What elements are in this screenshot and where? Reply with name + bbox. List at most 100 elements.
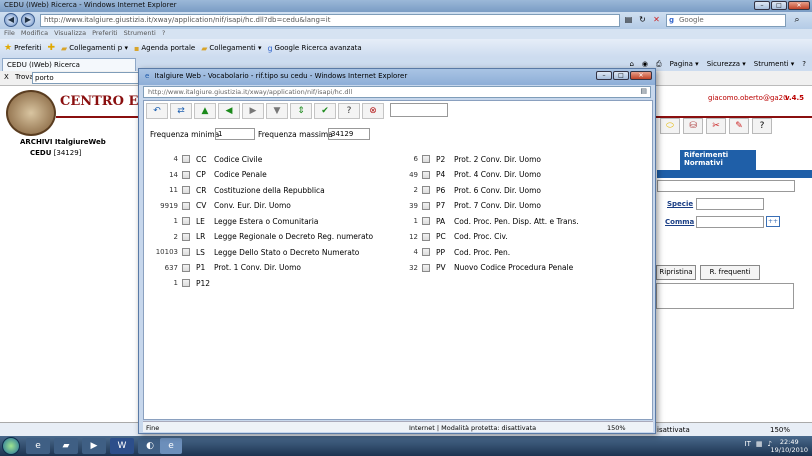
specie-label[interactable]: Specie: [667, 200, 693, 208]
entry-checkbox[interactable]: [422, 186, 430, 194]
left-arrow-icon[interactable]: ◀: [218, 103, 240, 119]
entry-checkbox[interactable]: [182, 263, 190, 272]
entry-checkbox[interactable]: [182, 170, 190, 179]
app-taskbar-icon[interactable]: ◐: [138, 438, 162, 454]
main-zoom[interactable]: 150%: [770, 426, 790, 434]
pill-icon[interactable]: ⬭: [660, 118, 680, 134]
tab-riferimenti-normativi[interactable]: Riferimenti Normativi: [680, 150, 756, 170]
entry-checkbox[interactable]: [182, 186, 190, 194]
entry-checkbox[interactable]: [182, 201, 190, 210]
comma-label[interactable]: Comma: [665, 218, 694, 226]
search-icon[interactable]: ⌕: [790, 14, 804, 27]
freq-min-input[interactable]: 1: [215, 128, 255, 140]
entry-checkbox[interactable]: [182, 232, 190, 241]
cmd-pagina[interactable]: Pagina ▾: [670, 60, 699, 68]
help-icon[interactable]: ?: [338, 103, 360, 119]
menu-visualizza[interactable]: Visualizza: [54, 29, 86, 39]
ref-textarea[interactable]: [656, 283, 794, 309]
compat-icon[interactable]: ▤: [623, 14, 634, 25]
fav-collegamenti[interactable]: ▰ Collegamenti ▾: [201, 44, 261, 53]
freq-max-input[interactable]: 34129: [328, 128, 370, 140]
specie-input[interactable]: [696, 198, 764, 210]
db-icon[interactable]: ⛁: [683, 118, 703, 134]
url-field[interactable]: http://www.italgiure.giustizia.it/xway/a…: [40, 14, 620, 27]
clock[interactable]: 22:49 19/10/2010: [771, 438, 808, 454]
entry-checkbox[interactable]: [422, 201, 430, 210]
confirm-icon[interactable]: ✔: [314, 103, 336, 119]
refresh-icon[interactable]: ↻: [637, 14, 648, 25]
entry-checkbox[interactable]: [422, 232, 430, 241]
select-all-icon[interactable]: ⇕: [290, 103, 312, 119]
vocab-search-input[interactable]: [390, 103, 448, 117]
vocab-entry-p4[interactable]: 49 P4 Prot. 4 Conv. Dir. Uomo: [384, 169, 541, 181]
maximize-button[interactable]: □: [771, 1, 787, 10]
exit-icon[interactable]: ⊗: [362, 103, 384, 119]
entry-checkbox[interactable]: [182, 217, 190, 225]
frequenti-button[interactable]: R. frequenti: [700, 265, 760, 280]
transfer-icon[interactable]: ⇄: [170, 103, 192, 119]
start-button[interactable]: [2, 437, 20, 455]
forward-icon[interactable]: ▶: [21, 13, 35, 27]
vocab-entry-p1[interactable]: 637 P1 Prot. 1 Conv. Dir. Uomo: [144, 262, 301, 274]
entry-checkbox[interactable]: [182, 155, 190, 163]
vocab-entry-pv[interactable]: 32 PV Nuovo Codice Procedura Penale: [384, 262, 573, 274]
add-favorite-icon[interactable]: ✚: [48, 43, 56, 53]
add-button[interactable]: ++: [766, 216, 780, 227]
back-icon[interactable]: ◀: [4, 13, 18, 27]
vocab-entry-cr[interactable]: 11 CR Costituzione della Repubblica: [144, 184, 325, 196]
stop-icon[interactable]: ✕: [651, 14, 662, 25]
close-button[interactable]: ✕: [788, 1, 810, 10]
ie-taskbar-icon[interactable]: e: [26, 438, 50, 454]
up-arrow-icon[interactable]: ▲: [194, 103, 216, 119]
media-taskbar-icon[interactable]: ▶: [82, 438, 106, 454]
vocab-entry-lr[interactable]: 2 LR Legge Regionale o Decreto Reg. nume…: [144, 231, 374, 243]
menu-strumenti[interactable]: Strumenti: [124, 29, 156, 39]
minimize-button[interactable]: –: [754, 1, 770, 10]
network-icon[interactable]: ▦: [756, 440, 763, 448]
entry-checkbox[interactable]: [182, 279, 190, 287]
home-icon[interactable]: ⌂: [629, 60, 633, 68]
down-arrow-icon[interactable]: ▼: [266, 103, 288, 119]
vocab-entry-p12[interactable]: 1 P12: [144, 277, 214, 289]
archive-item-cedu[interactable]: CEDU [34129]: [30, 149, 81, 157]
vocab-entry-cv[interactable]: 9919 CV Conv. Eur. Dir. Uomo: [144, 200, 291, 212]
fav-agenda[interactable]: ▪ Agenda portale: [134, 44, 195, 53]
vocab-entry-pp[interactable]: 4 PP Cod. Proc. Pen.: [384, 246, 511, 258]
undo-icon[interactable]: ↶: [146, 103, 168, 119]
vocab-entry-cp[interactable]: 14 CP Codice Penale: [144, 169, 267, 181]
vocab-entry-ls[interactable]: 10103 LS Legge Dello Stato o Decreto Num…: [144, 246, 360, 258]
ref-input[interactable]: [657, 180, 795, 192]
cmd-sicurezza[interactable]: Sicurezza ▾: [707, 60, 746, 68]
vocab-entry-pa[interactable]: 1 PA Cod. Proc. Pen. Disp. Att. e Trans.: [384, 215, 579, 227]
language-indicator[interactable]: IT: [745, 440, 751, 448]
menu-file[interactable]: File: [4, 29, 15, 39]
entry-checkbox[interactable]: [422, 155, 430, 163]
popup-zoom[interactable]: 150%: [607, 424, 626, 432]
menu-help[interactable]: ?: [162, 29, 165, 39]
ripristina-button[interactable]: Ripristina: [656, 265, 696, 280]
menu-modifica[interactable]: Modifica: [21, 29, 48, 39]
explorer-taskbar-icon[interactable]: ▰: [54, 438, 78, 454]
popup-maximize-button[interactable]: □: [613, 71, 629, 80]
ie-active-taskbar-icon[interactable]: e: [160, 438, 182, 454]
entry-checkbox[interactable]: [182, 248, 190, 256]
tools-icon[interactable]: ✂: [706, 118, 726, 134]
vocab-entry-pc[interactable]: 12 PC Cod. Proc. Civ.: [384, 231, 508, 243]
fav-google[interactable]: g Google Ricerca avanzata: [267, 44, 361, 53]
vocab-entry-p7[interactable]: 39 P7 Prot. 7 Conv. Dir. Uomo: [384, 200, 541, 212]
cmd-strumenti[interactable]: Strumenti ▾: [754, 60, 795, 68]
vocab-entry-le[interactable]: 1 LE Legge Estera o Comunitaria: [144, 215, 319, 227]
comma-input[interactable]: [696, 216, 764, 228]
vocab-entry-p6[interactable]: 2 P6 Prot. 6 Conv. Dir. Uomo: [384, 184, 541, 196]
find-input[interactable]: porto: [32, 72, 142, 84]
entry-checkbox[interactable]: [422, 170, 430, 179]
search-input[interactable]: g Google: [666, 14, 786, 27]
entry-checkbox[interactable]: [422, 248, 430, 256]
print-icon[interactable]: ⎙: [656, 60, 662, 69]
feed-icon[interactable]: ◉: [642, 60, 648, 68]
entry-checkbox[interactable]: [422, 217, 430, 225]
entry-checkbox[interactable]: [422, 263, 430, 272]
close-find-icon[interactable]: X: [4, 73, 9, 81]
right-arrow-icon[interactable]: ▶: [242, 103, 264, 119]
tab-cedu[interactable]: CEDU (IWeb) Ricerca: [2, 58, 136, 71]
